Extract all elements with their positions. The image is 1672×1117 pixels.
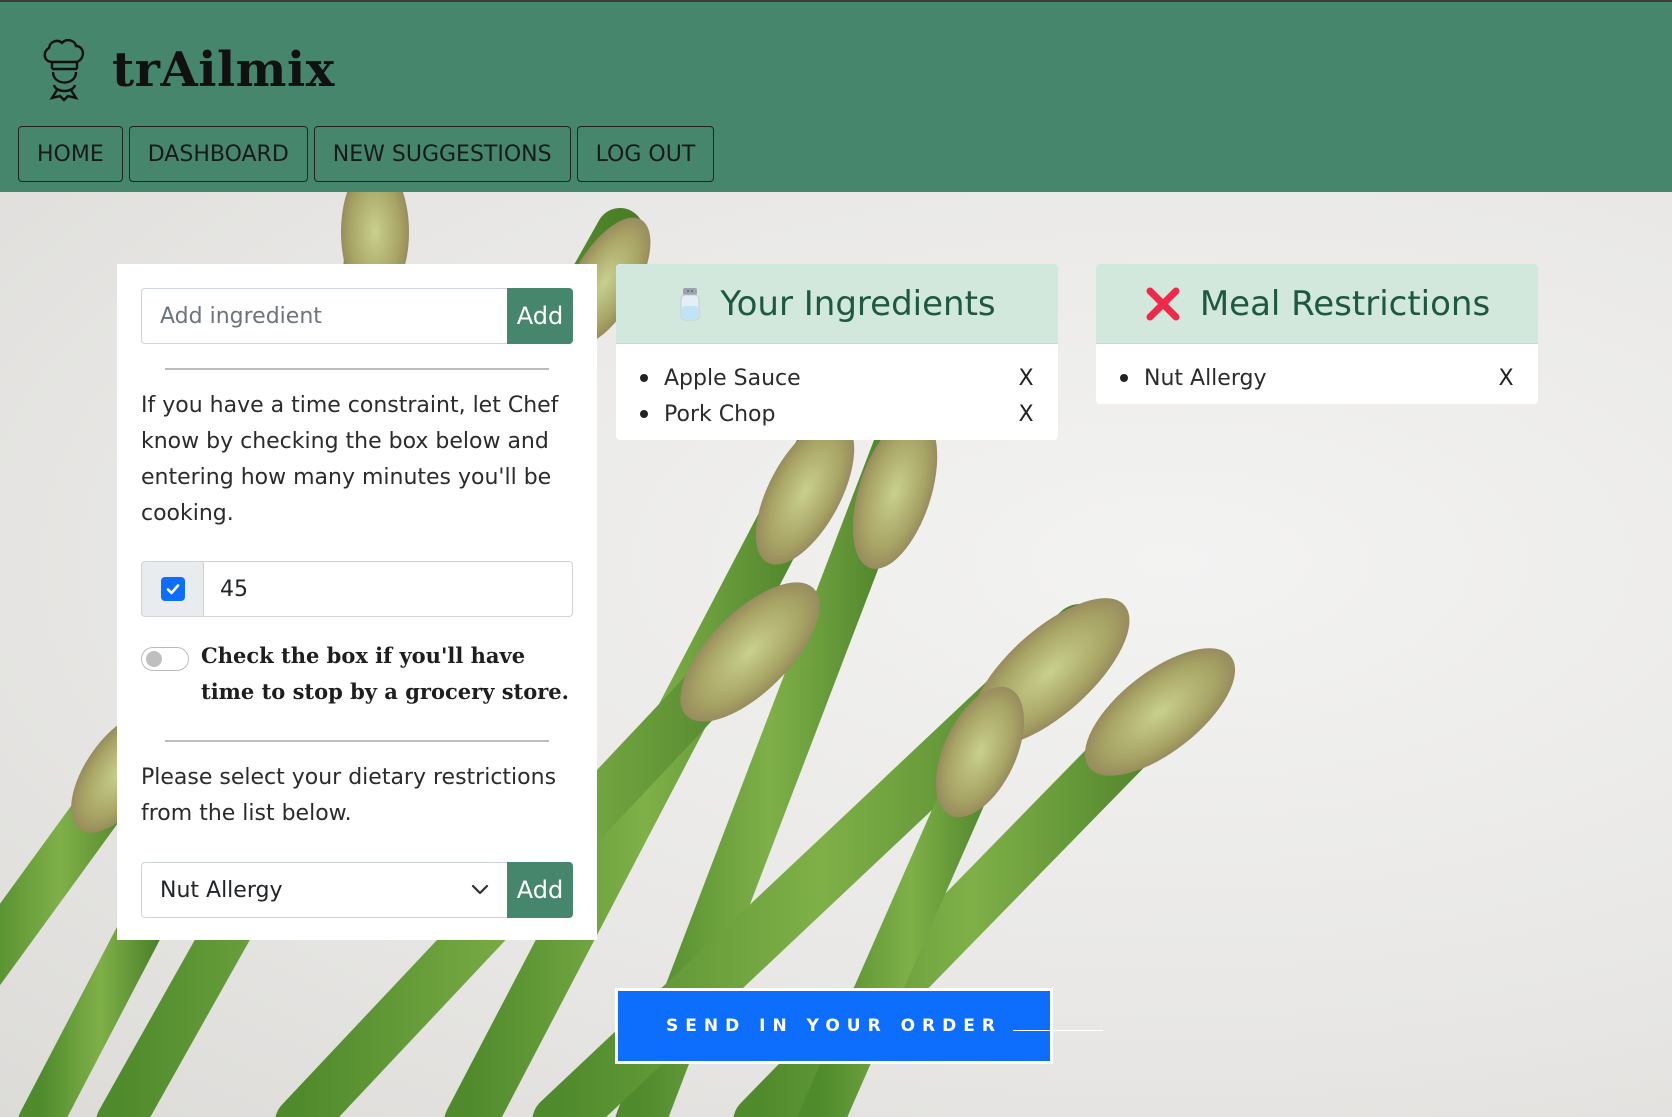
selected-restriction: Nut Allergy [160,877,283,903]
dietary-restriction-select[interactable]: Nut Allergy [141,862,507,918]
toggle-knob [146,651,162,667]
restriction-name: Nut Allergy [1144,365,1267,391]
list-item: Nut Allergy X [1116,360,1518,396]
nav-log-out-button[interactable]: LOG OUT [576,126,715,182]
bullet [640,410,648,418]
nav-home-button[interactable]: HOME [18,126,123,182]
chef-icon [43,38,85,102]
decorative-line [1013,1030,1103,1031]
remove-ingredient-button[interactable]: X [1014,366,1038,391]
chevron-down-icon [471,884,489,895]
grocery-store-toggle[interactable] [141,647,189,671]
salt-shaker-icon [680,287,700,320]
time-constraint-checkbox-wrap [141,561,203,617]
dietary-select-group: Nut Allergy Add [141,862,573,918]
ingredients-card-header: Your Ingredients [616,264,1058,344]
app-header: trAilmix HOME DASHBOARD NEW SUGGESTIONS … [0,0,1672,192]
dietary-description: Please select your dietary restrictions … [141,765,557,826]
list-item: Pork Chop X [636,396,1038,432]
send-order-button[interactable]: SEND IN YOUR ORDER [615,988,1053,1064]
order-form-panel: Add ingredient Add If you have a time co… [117,264,597,940]
remove-ingredient-button[interactable]: X [1014,402,1038,427]
divider [165,368,549,370]
bullet [1120,374,1128,382]
bullet [640,374,648,382]
brand[interactable]: trAilmix [40,38,335,102]
restrictions-card: Meal Restrictions Nut Allergy X [1096,264,1538,404]
ingredient-name: Apple Sauce [664,365,801,391]
brand-title: trAilmix [112,42,335,98]
add-restriction-button[interactable]: Add [507,862,573,918]
ingredient-name: Pork Chop [664,401,776,427]
nav-dashboard-button[interactable]: DASHBOARD [128,126,308,182]
add-ingredient-button[interactable]: Add [507,288,573,344]
minutes-input[interactable]: 45 [203,561,573,617]
ingredients-list: Apple Sauce X Pork Chop X [616,344,1058,440]
time-constraint-checkbox[interactable] [160,577,185,601]
red-cross-icon [1146,287,1180,320]
time-constraint-description: If you have a time constraint, let Chef … [141,393,559,526]
nav-new-suggestions-button[interactable]: NEW SUGGESTIONS [313,126,571,182]
restrictions-card-header: Meal Restrictions [1096,264,1538,344]
grocery-store-label: Check the box if you'll have time to sto… [201,643,569,704]
remove-restriction-button[interactable]: X [1494,366,1518,391]
restrictions-card-title: Meal Restrictions [1199,283,1491,324]
ingredients-card-title: Your Ingredients [720,283,996,324]
main-nav: HOME DASHBOARD NEW SUGGESTIONS LOG OUT [18,126,715,182]
divider [165,740,549,742]
list-item: Apple Sauce X [636,360,1038,396]
checkmark-icon [166,584,179,595]
time-constraint-group: 45 [141,561,573,617]
ingredient-input[interactable]: Add ingredient [141,288,507,344]
ingredients-card: Your Ingredients Apple Sauce X Pork Chop… [616,264,1058,440]
ingredient-input-group: Add ingredient Add [141,288,573,344]
restrictions-list: Nut Allergy X [1096,344,1538,404]
